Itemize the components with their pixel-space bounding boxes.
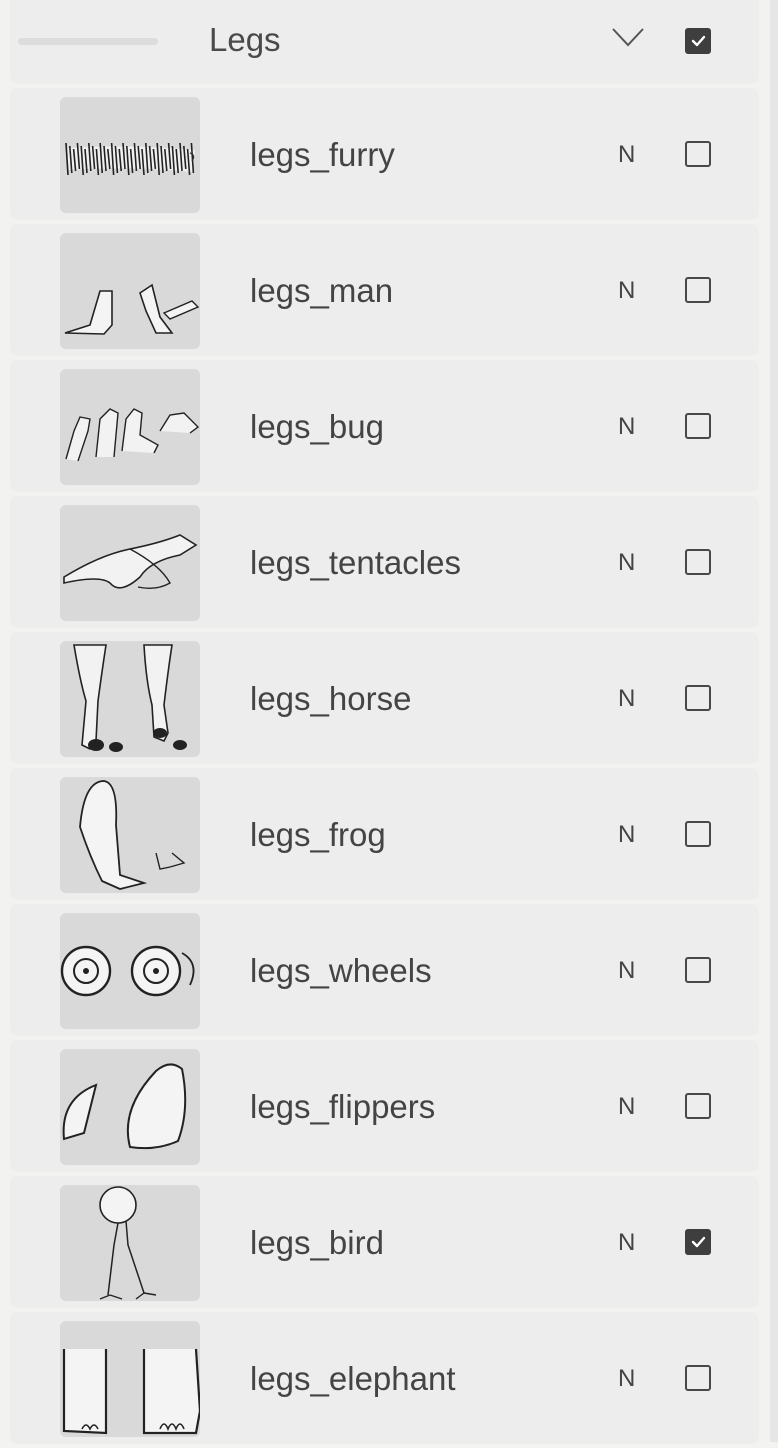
blend-mode-button[interactable]: N xyxy=(618,957,635,985)
layer-row-legs-man[interactable]: legs_man N xyxy=(10,224,759,356)
group-visibility-checkbox[interactable] xyxy=(685,28,711,54)
layer-list: legs_furry Nlegs_man Nlegs_bug Nlegs_tentac… xyxy=(10,88,759,1448)
blend-mode-button[interactable]: N xyxy=(618,821,635,849)
human-legs-thumbnail[interactable] xyxy=(60,233,200,349)
bird-legs-thumbnail[interactable] xyxy=(60,1185,200,1301)
blend-mode-button[interactable]: N xyxy=(618,413,635,441)
checkmark-icon xyxy=(691,1236,706,1248)
furry-legs-thumbnail[interactable] xyxy=(60,97,200,213)
blend-mode-button[interactable]: N xyxy=(618,1093,635,1121)
layer-visibility-checkbox[interactable] xyxy=(685,413,711,439)
blend-mode-button[interactable]: N xyxy=(618,1229,635,1257)
layer-name: legs_furry xyxy=(250,136,395,173)
layer-name: legs_elephant xyxy=(250,1360,456,1397)
layer-row-legs-frog[interactable]: legs_frog N xyxy=(10,768,759,900)
blend-mode-button[interactable]: N xyxy=(618,277,635,305)
flippers-thumbnail[interactable] xyxy=(60,1049,200,1165)
layer-visibility-checkbox[interactable] xyxy=(685,685,711,711)
blend-mode-button[interactable]: N xyxy=(618,141,635,169)
chevron-down-icon[interactable] xyxy=(611,26,645,48)
drag-handle[interactable] xyxy=(18,38,158,45)
wheels-thumbnail[interactable] xyxy=(60,913,200,1029)
layer-name: legs_frog xyxy=(250,816,386,853)
layer-name: legs_man xyxy=(250,272,394,309)
layer-name: legs_bug xyxy=(250,408,384,445)
layer-name: legs_horse xyxy=(250,680,412,717)
tentacles-thumbnail[interactable] xyxy=(60,505,200,621)
blend-mode-button[interactable]: N xyxy=(618,1365,635,1393)
layer-row-legs-bug[interactable]: legs_bug N xyxy=(10,360,759,492)
horse-legs-thumbnail[interactable] xyxy=(60,641,200,757)
layer-visibility-checkbox[interactable] xyxy=(685,1093,711,1119)
layer-name: legs_tentacles xyxy=(250,544,461,581)
checkmark-icon xyxy=(691,35,706,47)
layer-visibility-checkbox[interactable] xyxy=(685,1365,711,1391)
layer-visibility-checkbox[interactable] xyxy=(685,141,711,167)
layer-visibility-checkbox[interactable] xyxy=(685,1229,711,1255)
layer-row-legs-elephant[interactable]: legs_elephant N xyxy=(10,1312,759,1444)
elephant-legs-thumbnail[interactable] xyxy=(60,1321,200,1437)
layers-panel: Legs legs_furry Nlegs_man Nlegs_bug Nlegs_t… xyxy=(0,0,778,1444)
layer-row-legs-bird[interactable]: legs_bird N xyxy=(10,1176,759,1308)
layer-row-legs-furry[interactable]: legs_furry N xyxy=(10,88,759,220)
layer-visibility-checkbox[interactable] xyxy=(685,957,711,983)
layer-row-legs-flippers[interactable]: legs_flippers N xyxy=(10,1040,759,1172)
layer-visibility-checkbox[interactable] xyxy=(685,277,711,303)
layer-visibility-checkbox[interactable] xyxy=(685,549,711,575)
layer-visibility-checkbox[interactable] xyxy=(685,821,711,847)
group-title: Legs xyxy=(209,21,281,58)
layer-name: legs_bird xyxy=(250,1224,384,1261)
layer-row-legs-wheels[interactable]: legs_wheels N xyxy=(10,904,759,1036)
layer-group-header[interactable]: Legs xyxy=(10,0,759,84)
layer-name: legs_flippers xyxy=(250,1088,436,1125)
blend-mode-button[interactable]: N xyxy=(618,549,635,577)
layer-row-legs-tentacles[interactable]: legs_tentacles N xyxy=(10,496,759,628)
frog-legs-thumbnail[interactable] xyxy=(60,777,200,893)
layer-name: legs_wheels xyxy=(250,952,432,989)
bug-legs-thumbnail[interactable] xyxy=(60,369,200,485)
blend-mode-button[interactable]: N xyxy=(618,685,635,713)
scrollbar[interactable] xyxy=(770,0,778,1442)
layer-row-legs-horse[interactable]: legs_horse N xyxy=(10,632,759,764)
